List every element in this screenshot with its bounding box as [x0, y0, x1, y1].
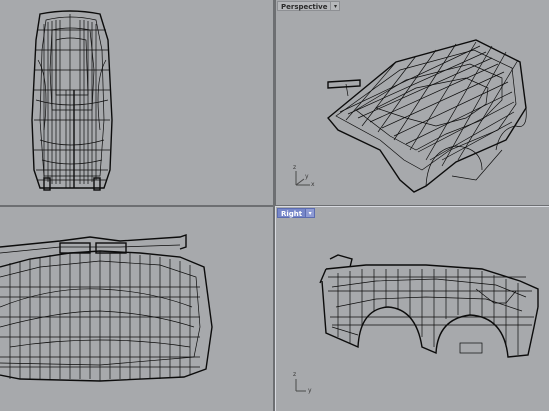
viewport-top[interactable]: [0, 0, 273, 205]
car-wireframe-perspective: [327, 39, 527, 193]
axis-indicator: x y z: [290, 165, 316, 191]
axis-x-label: x: [311, 181, 315, 188]
viewport-label-right[interactable]: Right ▾: [277, 208, 316, 218]
car-wireframe-front: [0, 234, 213, 382]
viewport-right[interactable]: Right ▾ y z: [275, 206, 549, 411]
axis-z-label: z: [293, 371, 297, 378]
chevron-down-icon[interactable]: ▾: [330, 1, 341, 11]
viewport-label-perspective[interactable]: Perspective ▾: [277, 1, 341, 11]
car-wireframe-right: [319, 254, 539, 358]
axis-y-label: y: [308, 387, 312, 394]
chevron-down-icon[interactable]: ▾: [305, 208, 316, 218]
viewport-front[interactable]: [0, 207, 273, 411]
axis-y-label: y: [305, 173, 309, 180]
viewport-perspective[interactable]: Perspective ▾ x y z: [276, 0, 549, 205]
viewport-title: Perspective: [277, 1, 331, 11]
axis-indicator: y z: [290, 371, 316, 397]
car-wireframe-top: [31, 10, 113, 191]
axis-z-label: z: [293, 164, 297, 171]
viewport-title: Right: [277, 208, 306, 218]
